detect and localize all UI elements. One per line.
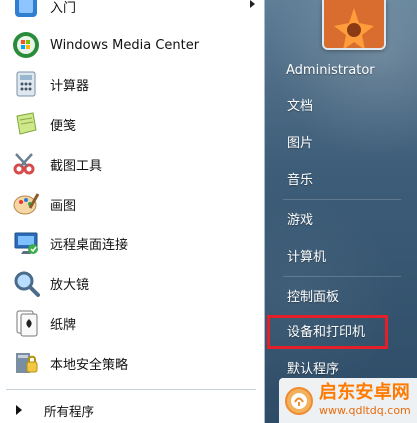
paint-icon: [10, 188, 42, 220]
program-solitaire[interactable]: 纸牌: [0, 303, 264, 343]
solitaire-icon: [10, 307, 42, 339]
program-remote-desktop[interactable]: 远程桌面连接: [0, 223, 264, 263]
program-label: 入门: [50, 0, 77, 16]
program-label: 纸牌: [50, 317, 77, 333]
pictures-link[interactable]: 图片: [287, 132, 313, 156]
calculator-icon: [10, 68, 42, 100]
programs-pane: 入门 Windows Media Center 计算器 便笺 截图工具 画图 远…: [0, 0, 265, 423]
program-label: 截图工具: [50, 158, 103, 174]
right-pane-separator: [283, 276, 401, 277]
control-panel-link[interactable]: 控制面板: [287, 286, 339, 310]
documents-link[interactable]: 文档: [287, 95, 313, 119]
program-paint[interactable]: 画图: [0, 184, 264, 224]
default-programs-link[interactable]: 默认程序: [287, 358, 339, 382]
program-label: 画图: [50, 198, 77, 214]
local-security-policy-icon: [10, 347, 42, 379]
program-local-security-policy[interactable]: 本地安全策略: [0, 343, 264, 383]
magnifier-icon: [10, 267, 42, 299]
music-link[interactable]: 音乐: [287, 169, 313, 193]
program-label: 本地安全策略: [50, 357, 129, 373]
program-calculator[interactable]: 计算器: [0, 64, 264, 104]
all-programs-button[interactable]: 所有程序: [0, 397, 264, 423]
right-pane: Administrator 文档 图片 音乐 游戏 计算机 控制面板 设备和打印…: [265, 0, 417, 423]
games-link[interactable]: 游戏: [287, 209, 313, 233]
remote-desktop-icon: [10, 227, 42, 259]
right-pane-separator: [283, 199, 401, 200]
program-label: 计算器: [50, 78, 90, 94]
programs-separator: [6, 389, 256, 390]
user-name-link[interactable]: Administrator: [286, 59, 375, 83]
program-snipping-tool[interactable]: 截图工具: [0, 144, 264, 184]
program-label: 远程桌面连接: [50, 237, 129, 253]
sticky-notes-icon: [10, 108, 42, 140]
user-picture[interactable]: [322, 0, 386, 50]
program-sticky-notes[interactable]: 便笺: [0, 104, 264, 144]
program-label: 放大镜: [50, 277, 90, 293]
chevron-right-icon: [250, 0, 255, 8]
program-label: 便笺: [50, 118, 77, 134]
program-magnifier[interactable]: 放大镜: [0, 263, 264, 303]
start-menu: 入门 Windows Media Center 计算器 便笺 截图工具 画图 远…: [0, 0, 417, 423]
devices-and-printers-link[interactable]: 设备和打印机: [287, 321, 365, 345]
getting-started-icon: [10, 0, 42, 22]
triangle-right-icon: [16, 405, 22, 415]
program-getting-started[interactable]: 入门: [0, 0, 264, 26]
program-windows-media-center[interactable]: Windows Media Center: [0, 25, 264, 65]
snipping-tool-icon: [10, 148, 42, 180]
computer-link[interactable]: 计算机: [287, 246, 326, 270]
program-label: Windows Media Center: [50, 37, 200, 53]
all-programs-label: 所有程序: [44, 403, 95, 419]
windows-media-center-icon: [10, 29, 42, 61]
